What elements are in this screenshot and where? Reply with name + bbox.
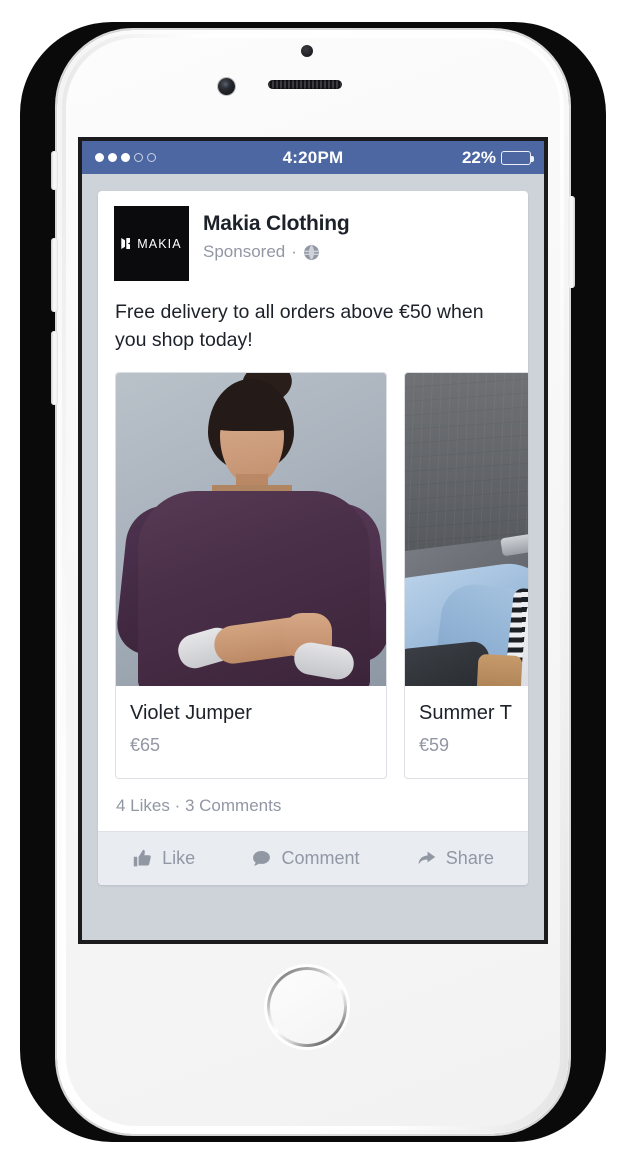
speech-bubble-icon [253,851,271,866]
brand-logo-text: MAKIA [137,236,182,251]
front-camera-icon [218,78,235,95]
sponsored-label: Sponsored [203,242,286,261]
comment-button-label: Comment [281,848,360,869]
share-button[interactable]: Share [416,848,494,869]
product-image[interactable] [405,373,528,687]
post-header: MAKIA Makia Clothing Sponsored · [98,191,528,285]
card-body: Violet Jumper €65 [116,686,386,778]
subtitle-separator: · [291,242,297,261]
earpiece-speaker [268,80,342,89]
phone-screen: 4:20PM 22% MAKIA Makia Clothing Sponsore… [82,141,544,940]
battery-percent-label: 22% [461,147,496,167]
sponsored-post-card: MAKIA Makia Clothing Sponsored · Free de… [98,191,528,886]
battery-icon [501,150,534,165]
volume-down-button[interactable] [51,331,58,405]
news-feed: MAKIA Makia Clothing Sponsored · Free de… [82,174,544,940]
battery-indicator: 22% [461,147,534,168]
post-header-text: Makia Clothing Sponsored · [203,206,350,262]
power-button[interactable] [568,196,575,288]
page-name[interactable]: Makia Clothing [203,212,350,236]
post-action-bar: Like Comment Share [98,831,528,886]
battery-cap [531,155,534,162]
globe-icon [303,244,319,260]
post-subtitle-row: Sponsored · [203,242,350,262]
share-button-label: Share [445,848,494,869]
comment-button[interactable]: Comment [251,848,360,869]
home-button[interactable] [267,967,347,1047]
mute-switch[interactable] [51,151,58,190]
like-button[interactable]: Like [132,848,195,869]
decor [475,654,523,687]
share-arrow-icon [418,852,436,865]
product-price: €65 [130,735,161,756]
post-copy-text: Free delivery to all orders above €50 wh… [115,301,484,351]
screenshot-stage: 4:20PM 22% MAKIA Makia Clothing Sponsore… [0,0,626,1164]
card-body: Summer T €59 [405,686,528,778]
product-title[interactable]: Violet Jumper [130,702,372,725]
product-carousel[interactable]: Violet Jumper €65 Summer T €59 [98,372,528,780]
home-button-ring [267,967,347,1047]
product-image[interactable] [116,373,386,687]
decor [500,523,528,557]
product-price: €59 [419,735,450,756]
brand-logo-avatar[interactable]: MAKIA [114,206,189,281]
carousel-card[interactable]: Violet Jumper €65 [115,372,387,780]
makia-logo-icon: MAKIA [121,237,181,251]
carousel-card[interactable]: Summer T €59 [404,372,528,780]
product-title[interactable]: Summer T [419,702,528,725]
proximity-sensor-icon [301,45,313,57]
thumbs-up-icon [133,850,151,867]
makia-logo-mark-icon [121,238,134,249]
status-bar: 4:20PM 22% [82,141,544,174]
volume-up-button[interactable] [51,238,58,312]
engagement-counts[interactable]: 4 Likes · 3 Comments [98,779,528,831]
like-button-label: Like [162,848,196,869]
